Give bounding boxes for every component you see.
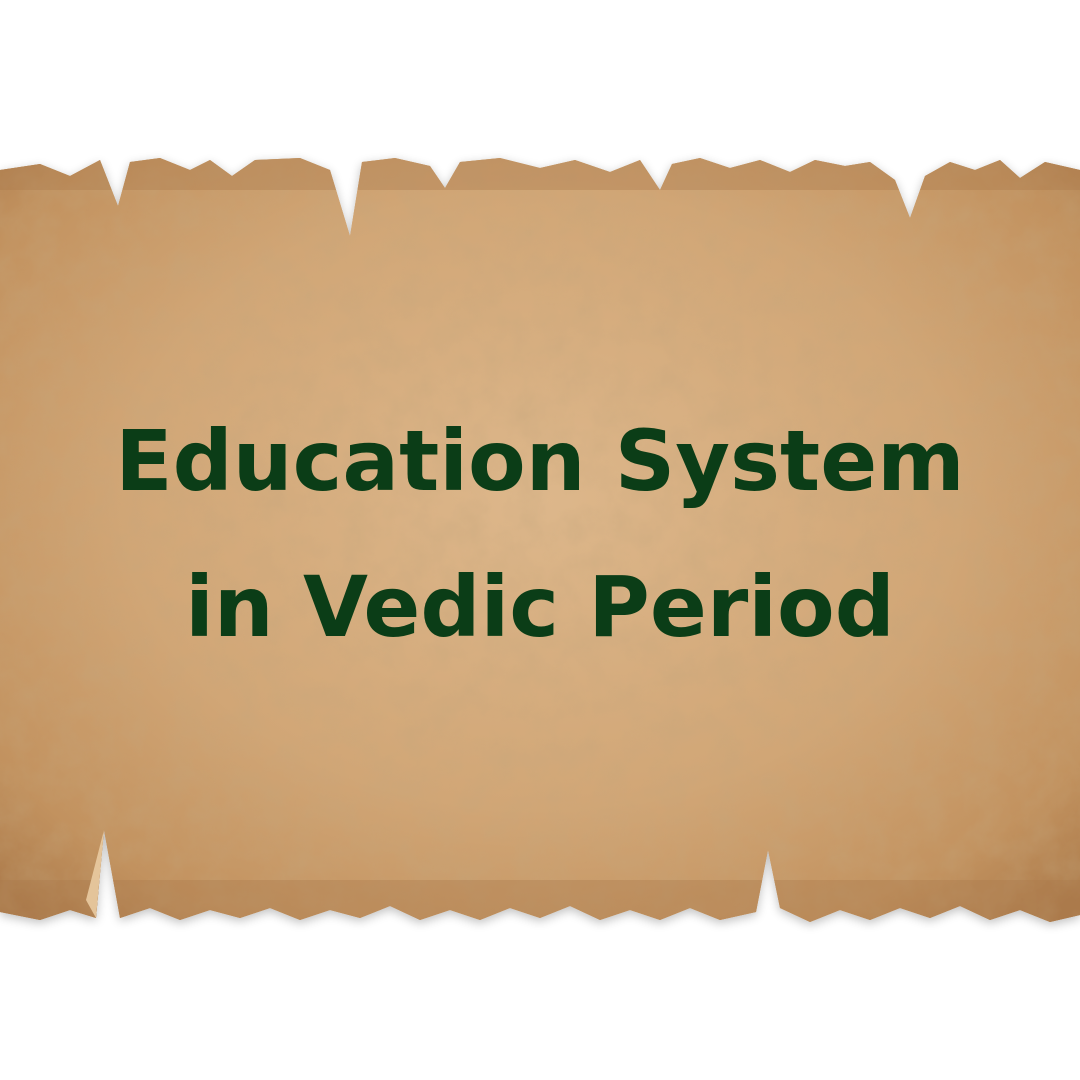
canvas: Education System in Vedic Period — [0, 0, 1080, 1080]
title-line-2: in Vedic Period — [185, 558, 895, 656]
title-block: Education System in Vedic Period — [0, 388, 1080, 680]
title-line-1: Education System — [115, 412, 965, 510]
